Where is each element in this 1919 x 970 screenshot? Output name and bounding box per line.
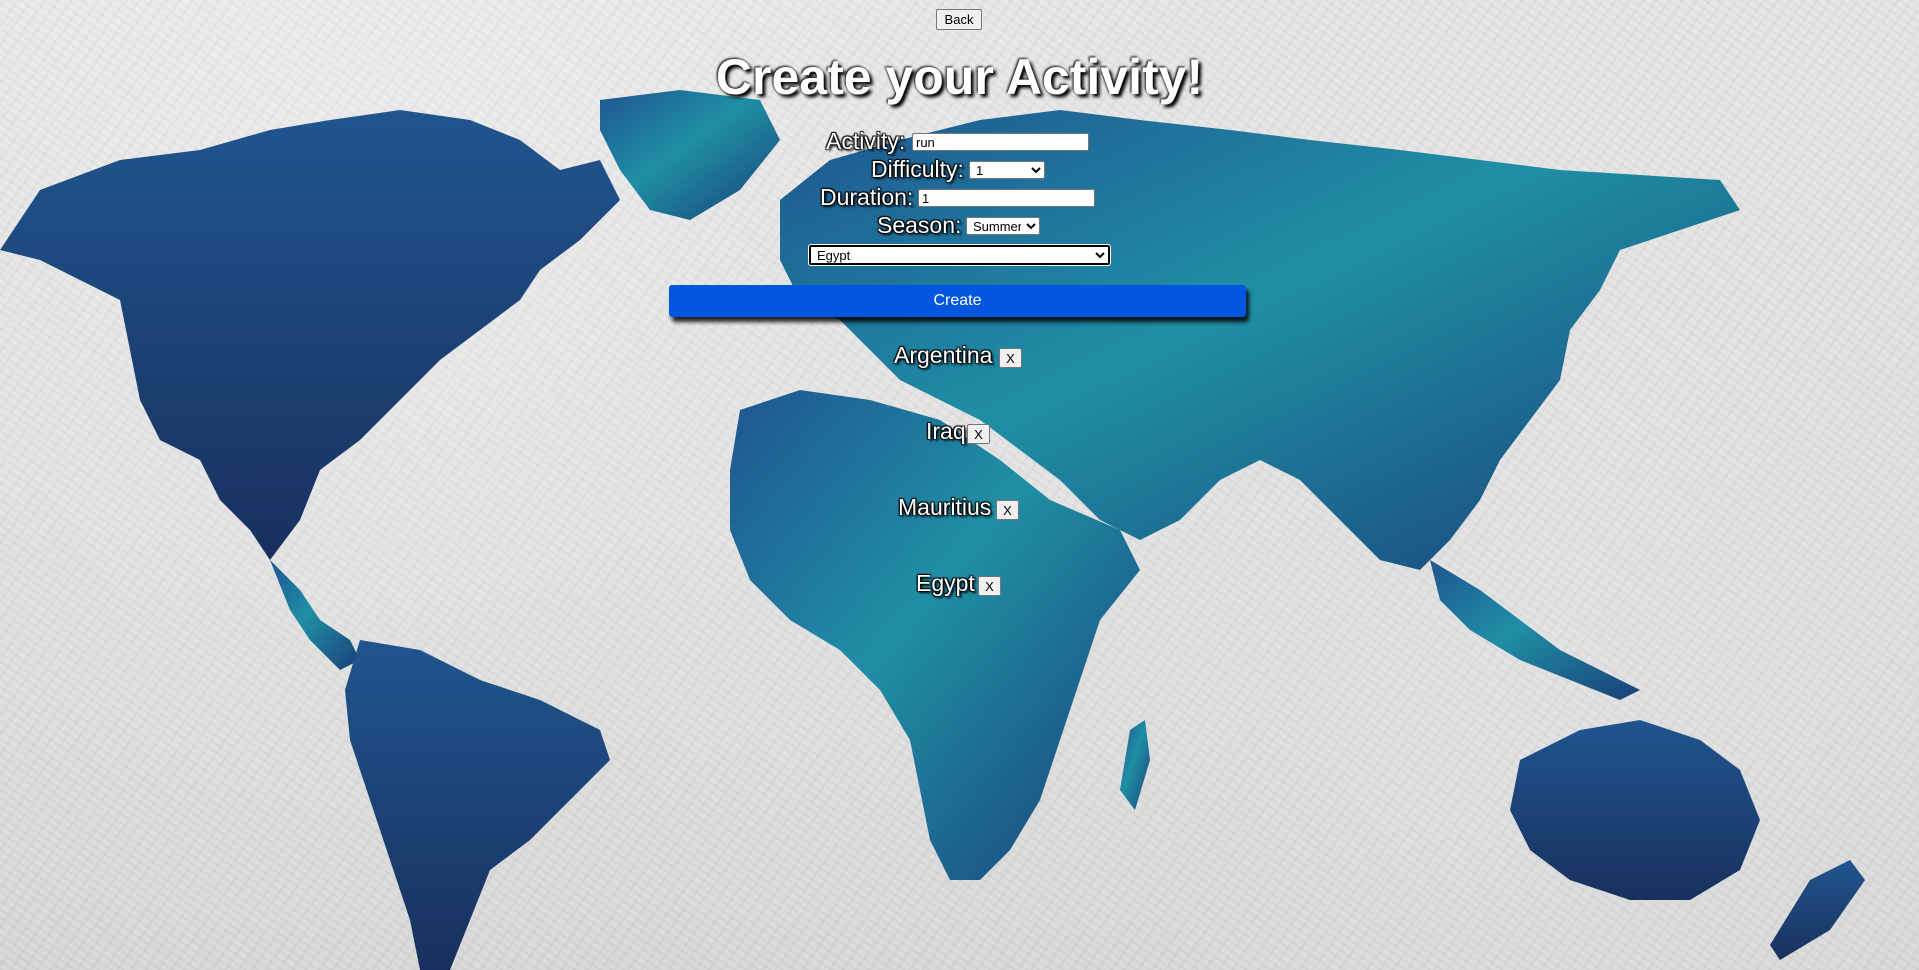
difficulty-label: Difficulty: [871,156,964,182]
page-content: Back Create your Activity! Activity: Dif… [0,0,1919,970]
activity-input[interactable] [912,133,1089,151]
duration-label: Duration: [820,184,914,210]
season-select[interactable]: Summer [966,217,1040,235]
page-title: Create your Activity! [715,49,1204,105]
duration-input[interactable] [918,189,1095,207]
remove-country-button[interactable]: X [978,576,1001,596]
remove-country-button[interactable]: X [999,348,1022,368]
country-name: Argentina [894,342,993,368]
remove-country-button[interactable]: X [996,500,1019,520]
remove-country-button[interactable]: X [967,424,990,444]
difficulty-select[interactable]: 1 [969,161,1045,179]
country-name: Iraq [926,418,966,444]
country-select[interactable]: Egypt [808,244,1111,266]
country-name: Egypt [916,570,975,596]
country-name: Mauritius [898,494,992,520]
create-button[interactable]: Create [669,285,1246,317]
activity-label: Activity: [826,128,906,154]
back-button[interactable]: Back [936,9,982,30]
season-label: Season: [877,212,962,238]
